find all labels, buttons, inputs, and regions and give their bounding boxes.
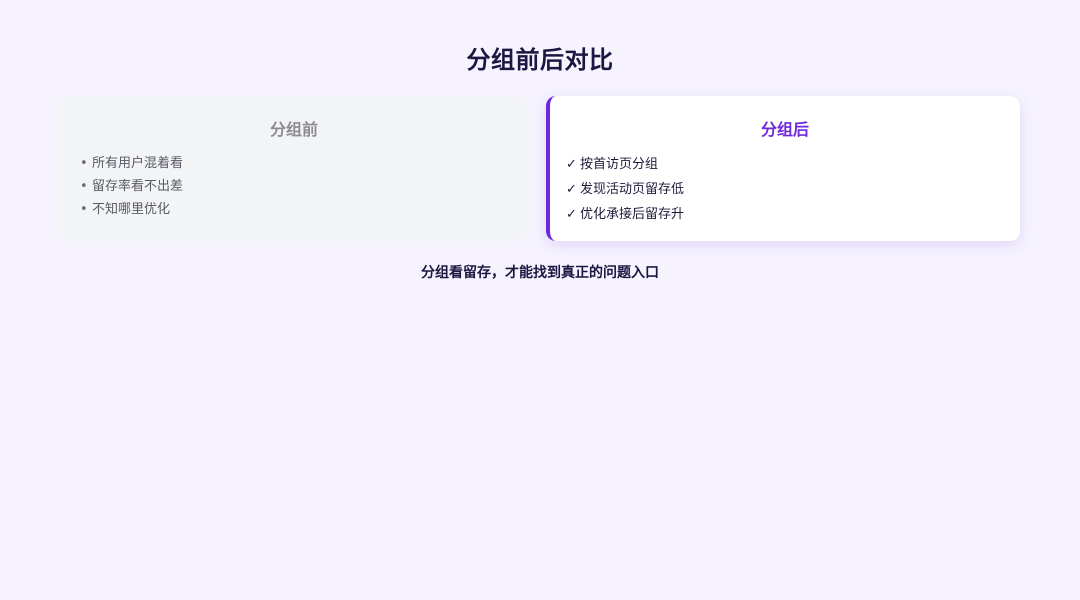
list-item-text: 按首访页分组: [580, 157, 659, 172]
check-icon: ✓: [566, 207, 577, 222]
list-item-text: 优化承接后留存升: [580, 207, 685, 222]
after-card: 分组后 ✓ 按首访页分组 ✓ 发现活动页留存低 ✓ 优化承接后留存升: [546, 96, 1020, 241]
check-icon: ✓: [566, 182, 577, 197]
comparison-cards: 分组前 • 所有用户混着看 • 留存率看不出差 • 不知哪里优化 分组后 ✓ 按首访页分…: [60, 96, 1020, 241]
list-item-text: 发现活动页留存低: [580, 182, 685, 197]
bullet-icon: •: [80, 179, 88, 194]
before-list: • 所有用户混着看 • 留存率看不出差 • 不知哪里优化: [80, 152, 508, 221]
check-icon: ✓: [566, 157, 577, 172]
before-card-title: 分组前: [269, 120, 318, 139]
after-list: ✓ 按首访页分组 ✓ 发现活动页留存低 ✓ 优化承接后留存升: [566, 152, 1000, 227]
list-item-text: 留存率看不出差: [92, 179, 184, 194]
bullet-icon: •: [80, 202, 88, 217]
list-item: ✓ 发现活动页留存低: [566, 177, 1000, 202]
page-title: 分组前后对比: [466, 46, 614, 74]
list-item: • 所有用户混着看: [80, 152, 508, 175]
list-item: ✓ 优化承接后留存升: [566, 202, 1000, 227]
list-item: • 留存率看不出差: [80, 175, 508, 198]
list-item-text: 所有用户混着看: [92, 156, 184, 171]
list-item-text: 不知哪里优化: [92, 202, 171, 217]
bullet-icon: •: [80, 156, 88, 171]
list-item: ✓ 按首访页分组: [566, 152, 1000, 177]
conclusion-text: 分组看留存，才能找到真正的问题入口: [421, 265, 659, 281]
after-card-title: 分组后: [760, 120, 809, 139]
comparison-page: 分组前后对比 分组前 • 所有用户混着看 • 留存率看不出差 • 不知哪里优化 分组后…: [0, 0, 1080, 600]
list-item: • 不知哪里优化: [80, 198, 508, 221]
before-card: 分组前 • 所有用户混着看 • 留存率看不出差 • 不知哪里优化: [60, 96, 528, 241]
